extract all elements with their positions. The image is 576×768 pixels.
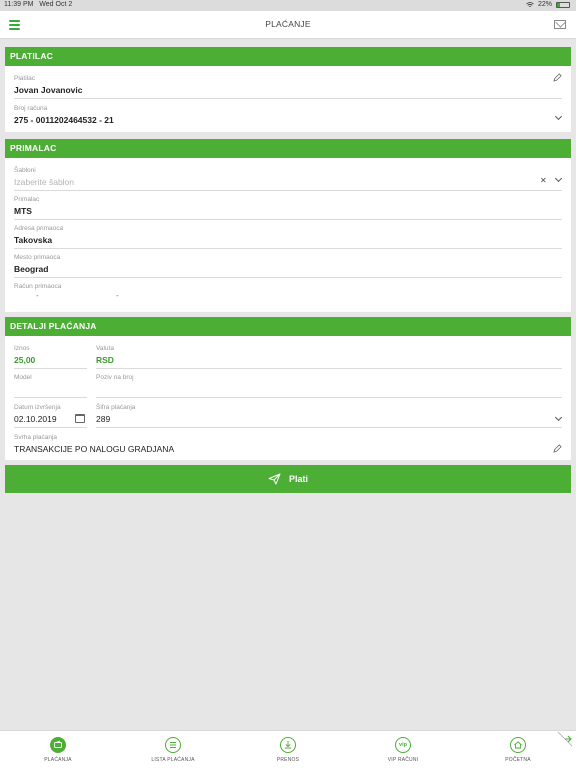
pay-button[interactable]: Plati	[5, 465, 571, 493]
divider	[14, 190, 562, 191]
recipient-address-label: Adresa primaoca	[14, 225, 64, 232]
download-icon	[280, 737, 296, 753]
currency-label: Valuta	[96, 345, 114, 352]
amount-field[interactable]: Iznos 25,00	[14, 345, 35, 365]
payment-code-chevron-down-icon[interactable]	[554, 413, 563, 422]
chevron-down-icon[interactable]	[554, 112, 563, 121]
details-section-header: DETALJI PLAĆANJA	[5, 317, 571, 336]
amount-value: 25,00	[14, 355, 36, 365]
payer-name-value: Jovan Jovanovic	[14, 85, 83, 95]
tab-payment-list[interactable]: LISTA PLAĆANJA	[133, 737, 213, 763]
payer-name-field[interactable]: Platilac Jovan Jovanovic	[14, 75, 83, 95]
battery-icon	[556, 1, 570, 8]
divider	[14, 219, 562, 220]
recipient-name-field[interactable]: Primalac MTS	[14, 196, 39, 216]
divider	[96, 368, 562, 369]
date-label: Datum izvršenja	[14, 404, 61, 411]
recipient-city-label: Mesto primaoca	[14, 254, 61, 261]
payer-account-value: 275 - 0011202464532 - 21	[14, 115, 114, 125]
calendar-icon[interactable]	[75, 414, 85, 423]
payment-code-field[interactable]: Šifra plaćanja 289	[96, 404, 135, 424]
wifi-icon	[526, 1, 534, 7]
tab-transfer[interactable]: PRENOS	[248, 737, 328, 763]
divider	[14, 397, 87, 398]
template-placeholder: Izaberite šablon	[14, 177, 75, 187]
divider	[14, 248, 562, 249]
payer-account-field[interactable]: Broj računa 275 - 0011202464532 - 21	[14, 105, 114, 125]
tab-label: PLAĆANJA	[44, 757, 72, 763]
status-right: 22%	[526, 1, 570, 8]
recipient-account-label: Račun primaoca	[14, 283, 62, 290]
divider	[14, 277, 562, 278]
purpose-label: Svrha plaćanja	[14, 434, 57, 441]
payer-section-header: PLATILAC	[5, 47, 571, 66]
recipient-address-value: Takovska	[14, 235, 53, 245]
purpose-field[interactable]: Svrha plaćanja TRANSAKCIJE PO NALOGU GRA…	[14, 434, 174, 454]
currency-field[interactable]: Valuta RSD	[96, 345, 114, 365]
details-section: DETALJI PLAĆANJA Iznos 25,00 Valuta RSD …	[5, 317, 571, 460]
account-separator: -	[116, 291, 119, 300]
wallet-icon	[50, 737, 66, 753]
reference-label: Poziv na broj	[96, 374, 134, 381]
payer-name-label: Platilac	[14, 75, 35, 82]
payer-section: PLATILAC Platilac Jovan Jovanovic Broj r…	[5, 47, 571, 132]
recipient-name-value: MTS	[14, 206, 32, 216]
currency-value: RSD	[96, 355, 114, 365]
payer-account-label: Broj računa	[14, 105, 48, 112]
mail-icon[interactable]	[554, 20, 566, 29]
tab-payments[interactable]: PLAĆANJA	[18, 737, 98, 763]
divider	[96, 427, 562, 428]
purpose-value: TRANSAKCIJE PO NALOGU GRADJANA	[14, 444, 175, 454]
status-bar: 11:39 PM Wed Oct 2 22%	[0, 0, 576, 11]
tab-label: PRENOS	[276, 757, 300, 763]
model-field[interactable]: Model	[14, 374, 32, 381]
vip-icon: vip	[395, 737, 411, 753]
divider	[14, 368, 87, 369]
divider	[96, 397, 562, 398]
send-icon	[268, 473, 281, 485]
amount-label: Iznos	[14, 345, 30, 352]
model-label: Model	[14, 374, 32, 381]
clear-template-icon[interactable]: ✕	[540, 176, 547, 185]
recipient-name-label: Primalac	[14, 196, 40, 203]
tab-vip-accounts[interactable]: vip VIP RAČUNI	[363, 737, 443, 763]
date-value: 02.10.2019	[14, 414, 57, 424]
tab-label: LISTA PLAĆANJA	[151, 757, 195, 763]
page-title: PLAĆANJE	[265, 19, 311, 29]
edit-payer-icon[interactable]	[553, 73, 562, 82]
top-navbar: PLAĆANJE	[0, 11, 576, 39]
list-icon	[165, 737, 181, 753]
recipient-section: PRIMALAC Šabloni Izaberite šablon ✕ Prim…	[5, 139, 571, 312]
recipient-section-header: PRIMALAC	[5, 139, 571, 158]
date-field[interactable]: Datum izvršenja 02.10.2019	[14, 404, 61, 424]
payment-code-value: 289	[96, 414, 111, 424]
recipient-city-value: Beograd	[14, 264, 49, 274]
template-label: Šabloni	[14, 167, 36, 174]
payment-code-label: Šifra plaćanja	[96, 404, 136, 411]
recipient-address-field[interactable]: Adresa primaoca Takovska	[14, 225, 63, 245]
tab-home[interactable]: POČETNA	[478, 737, 558, 763]
tab-label: POČETNA	[505, 757, 531, 763]
edit-purpose-icon[interactable]	[553, 444, 562, 453]
status-time: 11:39 PM Wed Oct 2	[4, 1, 73, 8]
corner-arrow-icon[interactable]	[556, 731, 574, 749]
divider	[14, 427, 87, 428]
template-select-field[interactable]: Šabloni Izaberite šablon	[14, 167, 74, 187]
recipient-city-field[interactable]: Mesto primaoca Beograd	[14, 254, 60, 274]
tab-label: VIP RAČUNI	[387, 757, 419, 763]
home-icon	[510, 737, 526, 753]
bottom-tab-bar: PLAĆANJA LISTA PLAĆANJA PRENOS vip VIP R…	[0, 730, 576, 768]
battery-percent: 22%	[537, 1, 552, 8]
recipient-account-field[interactable]: Račun primaoca	[14, 283, 61, 290]
pay-button-label: Plati	[288, 474, 308, 484]
template-chevron-down-icon[interactable]	[554, 174, 563, 183]
account-separator: -	[36, 291, 39, 300]
divider	[14, 98, 562, 99]
reference-field[interactable]: Poziv na broj	[96, 374, 134, 381]
